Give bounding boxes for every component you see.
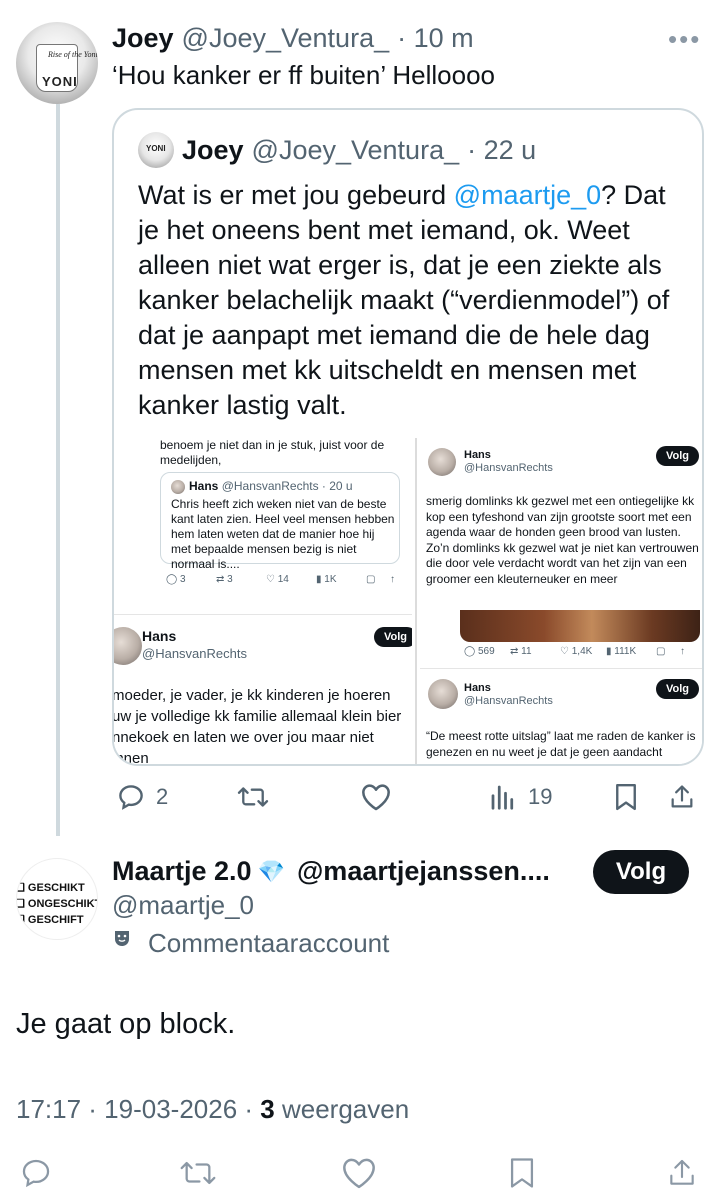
reply-count: 2 <box>156 784 169 809</box>
quoted-author-name: Joey <box>182 134 244 165</box>
like-button[interactable] <box>360 782 392 812</box>
share-button[interactable] <box>668 782 696 812</box>
quoted-avatar: YONI <box>138 132 174 168</box>
quoted-author-handle: @Joey_Ventura_ <box>251 134 460 165</box>
media-panel-d: Hans @HansvanRechts Volg “De meest rotte… <box>420 668 702 764</box>
reply-button[interactable]: 2 <box>116 782 168 812</box>
panel-c-stats: ◯ 569 ⇄ 11 ♡ 1,4K ▮ 111K ▢ ↑ <box>464 646 685 657</box>
quoted-time: · 22 u <box>467 134 537 165</box>
retweet-icon <box>236 782 270 812</box>
bottom-actions <box>0 1148 720 1199</box>
bottom-heart-icon[interactable] <box>340 1156 378 1195</box>
account-label[interactable]: Commentaaraccount <box>112 928 389 959</box>
bookmark-icon <box>612 782 640 812</box>
reply-user-name[interactable]: Maartje 2.0 <box>112 856 252 887</box>
media-panel-b: Hans @HansvanRechts Volg moeder, je vade… <box>114 614 412 764</box>
tweet-header: Joey @Joey_Ventura_ · 10 m <box>112 22 474 54</box>
bottom-bookmark-icon[interactable] <box>506 1156 538 1195</box>
bottom-retweet-icon[interactable] <box>178 1156 218 1195</box>
author-handle[interactable]: @Joey_Ventura_ <box>182 23 390 54</box>
photo-thumbnail <box>460 610 700 642</box>
tweet-text: ‘Hou kanker er ff buiten’ Helloooo <box>112 60 496 90</box>
views-number: 3 <box>260 1094 275 1124</box>
theater-mask-icon <box>112 928 136 959</box>
nested-quote: Hans @HansvanRechts · 20 u Chris heeft z… <box>160 472 400 571</box>
share-icon <box>668 782 696 812</box>
author-name[interactable]: Joey <box>112 23 174 54</box>
bookmark-button[interactable] <box>612 782 640 812</box>
bottom-reply-icon[interactable] <box>18 1156 54 1195</box>
quoted-text: Wat is er met jou gebeurd @maartje_0? Da… <box>138 180 670 420</box>
media-divider <box>415 438 417 764</box>
media-panel-a: benoem je niet dan in je stuk, juist voo… <box>114 438 412 606</box>
maartje-avatar[interactable]: ❑ GESCHIKT ❑ ONGESCHIKT ❑ GESCHIFT <box>16 858 98 940</box>
bottom-share-icon[interactable] <box>666 1156 698 1195</box>
media-panel-c: Hans @HansvanRechts Volg smerig domlinks… <box>420 438 702 660</box>
reply-text: Je gaat op block. <box>16 1008 236 1040</box>
follow-button[interactable]: Volg <box>593 850 689 894</box>
retweet-button[interactable] <box>236 782 270 812</box>
tweet-timestamp[interactable]: 17:17 · 19-03-2026 · <box>16 1094 260 1124</box>
views-button[interactable]: 19 <box>488 782 552 812</box>
quoted-media[interactable]: benoem je niet dan in je stuk, juist voo… <box>114 438 702 764</box>
diamond-icon: 💎 <box>257 858 285 884</box>
joey-avatar[interactable]: Rise of the Yoni YONI <box>16 22 98 104</box>
heart-icon <box>360 782 392 812</box>
tweet-actions: 2 19 <box>112 780 704 816</box>
tweet-meta: 17:17 · 19-03-2026 · 3 weergaven <box>16 1094 409 1125</box>
views-count: 19 <box>528 784 553 809</box>
reply-icon <box>116 782 146 812</box>
views-icon <box>488 782 518 812</box>
mention-link[interactable]: @maartje_0 <box>454 180 601 210</box>
reply-user-handle[interactable]: @maartje_0 <box>112 890 254 921</box>
thread-line <box>56 104 60 836</box>
quoted-tweet-header: YONI Joey @Joey_Ventura_ · 22 u <box>138 132 536 168</box>
quoted-tweet[interactable]: YONI Joey @Joey_Ventura_ · 22 u Wat is e… <box>112 108 704 766</box>
panel-a-stats: ◯ 3 ⇄ 3 ♡ 14 ▮ 1K ▢ ↑ <box>166 574 395 585</box>
account-label-text: Commentaaraccount <box>148 928 390 958</box>
tweet-time[interactable]: · 10 m <box>397 23 474 54</box>
reply-user-handle-long[interactable]: @maartjejanssen.... <box>297 856 550 887</box>
views-label: weergaven <box>274 1094 410 1124</box>
reply-user-header: Maartje 2.0 💎 @maartjejanssen.... <box>112 856 550 887</box>
more-icon[interactable]: ••• <box>668 24 701 55</box>
